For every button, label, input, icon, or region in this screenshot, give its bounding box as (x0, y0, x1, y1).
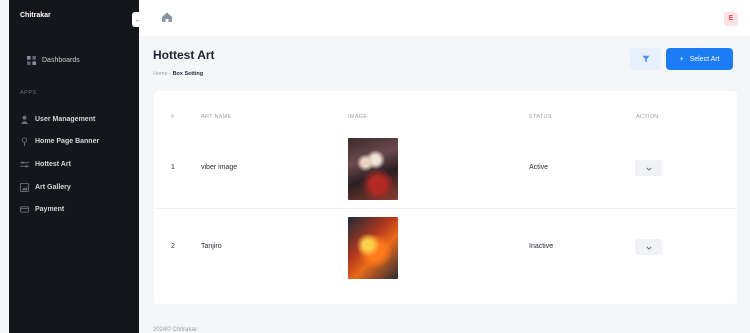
sidebar-item-label: Hottest Art (35, 160, 71, 168)
breadcrumb-current: Box Setting (172, 71, 204, 77)
sidebar-item-art-gallery[interactable]: Art Gallery (20, 176, 135, 199)
home-icon[interactable] (161, 10, 173, 22)
brand-logo-text: Chitrakar (20, 12, 51, 19)
select-art-button[interactable]: + Select Art (666, 48, 733, 70)
column-header-art-name: ART NAME (201, 114, 232, 120)
art-name: Tanjiro (201, 243, 222, 250)
user-avatar[interactable]: E (724, 12, 738, 26)
art-thumbnail (348, 217, 398, 279)
sidebar-item-user-management[interactable]: User Management (20, 108, 135, 131)
sidebar-item-label: Dashboards (42, 57, 80, 64)
filter-button[interactable] (630, 48, 661, 70)
sidebar-item-hottest-art[interactable]: Hottest Art (20, 153, 135, 176)
sidebar-item-label: User Management (35, 115, 96, 123)
sidebar-item-label: Art Gallery (35, 183, 71, 191)
select-art-button-label: Select Art (689, 55, 720, 63)
row-action-dropdown[interactable] (635, 239, 662, 255)
chevron-down-icon (645, 238, 652, 256)
row-action-dropdown[interactable] (635, 160, 662, 176)
pin-icon (20, 137, 29, 147)
sidebar-item-label: Payment (35, 206, 65, 214)
art-name: viber image (201, 164, 238, 171)
status-text: Active (529, 164, 549, 171)
sidebar: Chitrakar ← Dashboards APPS User Managem… (9, 0, 145, 333)
row-index: 1 (171, 164, 175, 171)
sidebar-nav-list: User Management Home Page Banner Hottest… (20, 108, 135, 221)
status-text: Inactive (529, 243, 554, 250)
column-header-status: STATUS (529, 114, 552, 120)
topbar: E (139, 0, 750, 36)
column-header-image: IMAGE (348, 114, 368, 120)
gallery-icon (20, 182, 29, 192)
sidebar-section-label: APPS (20, 90, 37, 96)
plus-icon: + (679, 55, 684, 63)
footer-copyright: 2024© Chitrakar (153, 327, 197, 333)
user-icon (20, 115, 29, 124)
sidebar-item-label: Home Page Banner (35, 138, 100, 146)
hottest-art-table: # ART NAME IMAGE STATUS ACTION 1 viber i… (154, 91, 737, 304)
table-row: 2 Tanjiro Inactive (154, 208, 737, 285)
column-header-action: ACTION (636, 114, 659, 120)
breadcrumb-separator: - (169, 71, 172, 77)
page-title: Hottest Art (153, 48, 215, 62)
sidebar-item-payment[interactable]: Payment (20, 198, 135, 221)
row-index: 2 (171, 243, 175, 250)
sidebar-item-home-page-banner[interactable]: Home Page Banner (20, 131, 135, 154)
art-thumbnail (348, 138, 398, 200)
sliders-icon (20, 160, 29, 169)
filter-icon (641, 50, 650, 68)
column-header-index: # (171, 114, 175, 120)
chevron-down-icon (645, 159, 652, 177)
breadcrumb: Home - Box Setting (153, 71, 203, 77)
table-row: 1 viber image Active (154, 131, 737, 208)
sidebar-item-dashboards[interactable]: Dashboards (27, 56, 80, 65)
grid-icon (27, 56, 36, 65)
breadcrumb-home-link[interactable]: Home (153, 71, 168, 77)
card-icon (20, 205, 29, 214)
